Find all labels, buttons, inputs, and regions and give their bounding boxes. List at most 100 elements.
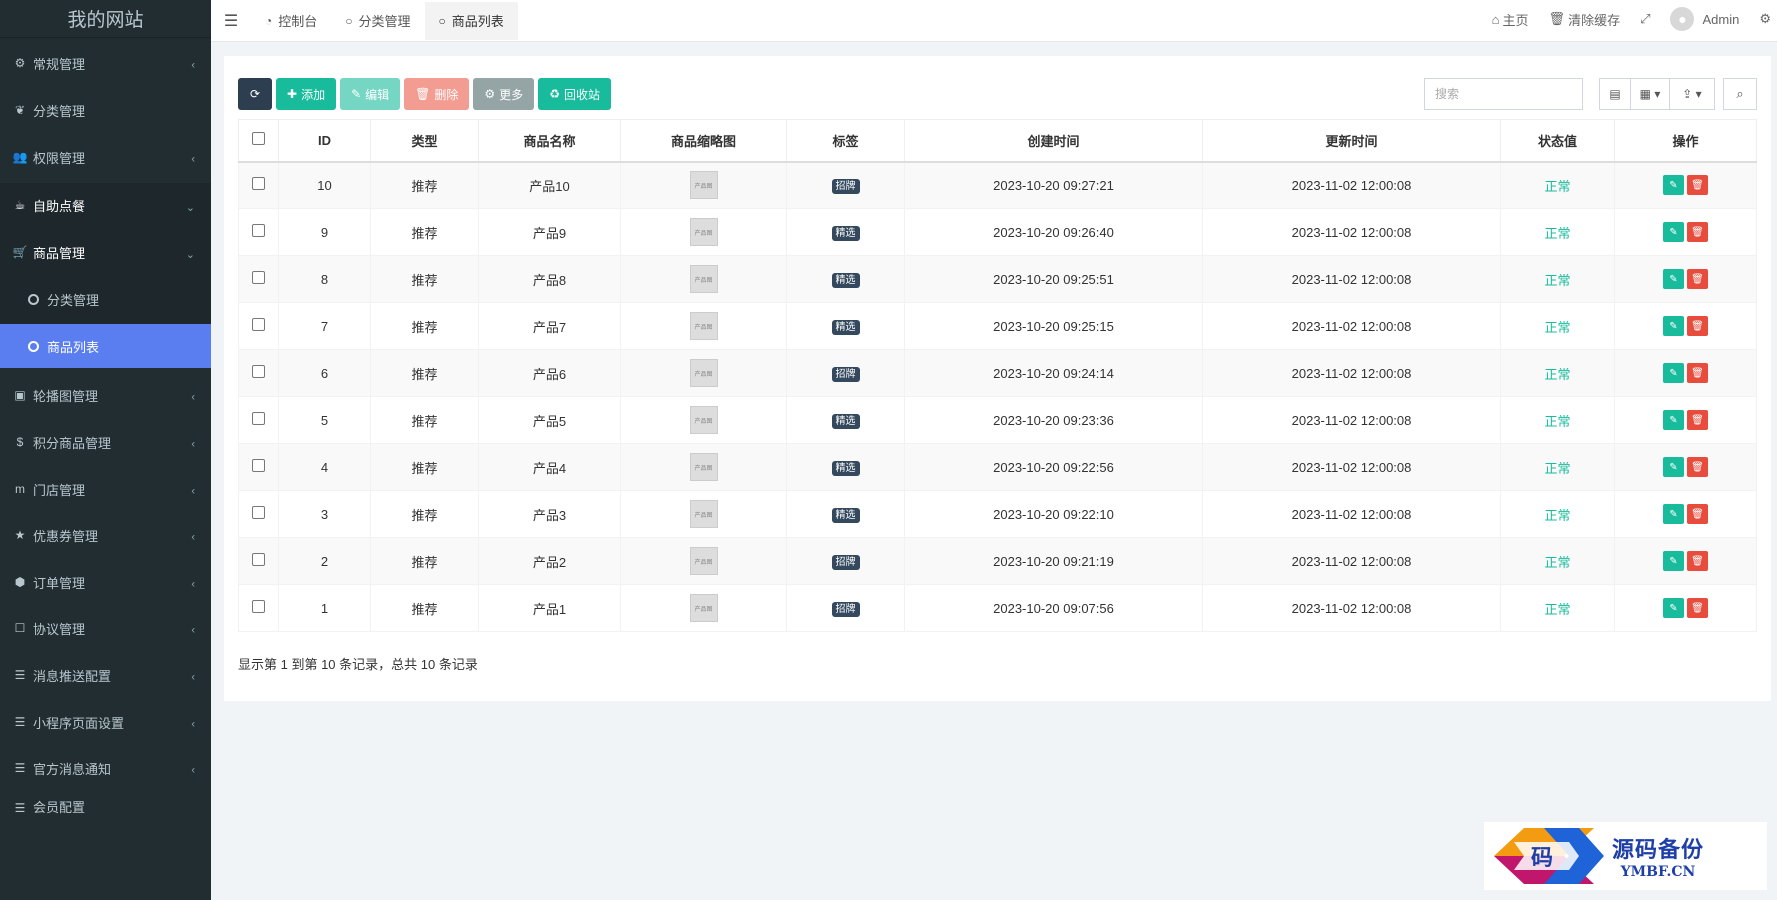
col-thumb[interactable]: 商品缩略图 [620, 119, 787, 163]
delete-row-icon[interactable]: 🗑 [1687, 457, 1708, 477]
sidebar-item-coupon[interactable]: ★ 优惠券管理 ‹ [0, 513, 211, 557]
home-link[interactable]: ⌂ 主页 [1482, 10, 1539, 29]
table-row[interactable]: 10 推荐 产品10 产品图 招牌 2023-10-20 09:27:21 2023-11-… [238, 161, 1757, 209]
delete-row-icon[interactable]: 🗑 [1687, 363, 1708, 383]
delete-row-icon[interactable]: 🗑 [1687, 410, 1708, 430]
delete-row-icon[interactable]: 🗑 [1687, 269, 1708, 289]
row-checkbox[interactable] [252, 271, 265, 284]
row-checkbox[interactable] [252, 506, 265, 519]
sidebar-item-general[interactable]: ⚙ 常规管理 ‹ [0, 41, 211, 85]
col-tag[interactable]: 标签 [786, 119, 905, 163]
row-checkbox[interactable] [252, 224, 265, 237]
user-menu[interactable]: ● Admin [1660, 7, 1749, 31]
tab-category[interactable]: ○ 分类管理 [331, 2, 424, 40]
sidebar-item-self-order[interactable]: ☕ 自助点餐 ⌄ [0, 183, 211, 227]
row-checkbox[interactable] [252, 600, 265, 613]
col-status[interactable]: 状态值 [1500, 119, 1615, 163]
menu-toggle-icon[interactable]: ☰ [211, 2, 251, 40]
sidebar-item-miniprogram-pages[interactable]: ☰ 小程序页面设置 ‹ [0, 700, 211, 744]
cell-thumb: 产品图 [620, 443, 787, 491]
table-row[interactable]: 6 推荐 产品6 产品图 招牌 2023-10-20 09:24:14 2023-11-02… [238, 349, 1757, 397]
delete-row-icon[interactable]: 🗑 [1687, 551, 1708, 571]
edit-row-icon[interactable]: ✎ [1663, 363, 1684, 383]
delete-row-icon[interactable]: 🗑 [1687, 222, 1708, 242]
edit-row-icon[interactable]: ✎ [1663, 457, 1684, 477]
sidebar-item-goods[interactable]: 🛒 商品管理 ⌄ [0, 230, 211, 274]
edit-row-icon[interactable]: ✎ [1663, 410, 1684, 430]
product-thumbnail[interactable]: 产品图 [689, 218, 718, 246]
add-button[interactable]: ✚ 添加 [276, 78, 337, 110]
product-thumbnail[interactable]: 产品图 [689, 547, 718, 575]
sidebar-item-official-notice[interactable]: ☰ 官方消息通知 ‹ [0, 746, 211, 790]
col-name[interactable]: 商品名称 [478, 119, 621, 163]
recycle-bin-button[interactable]: ♻ 回收站 [538, 78, 611, 110]
product-thumbnail[interactable]: 产品图 [689, 359, 718, 387]
table-row[interactable]: 8 推荐 产品8 产品图 精选 2023-10-20 09:25:51 2023-11-02… [238, 255, 1757, 303]
sidebar-item-goods-category[interactable]: 分类管理 [0, 277, 211, 321]
edit-row-icon[interactable]: ✎ [1663, 222, 1684, 242]
tab-dashboard[interactable]: ◔ 控制台 [251, 2, 331, 40]
col-id[interactable]: ID [278, 119, 371, 163]
product-thumbnail[interactable]: 产品图 [689, 500, 718, 528]
product-thumbnail[interactable]: 产品图 [689, 171, 718, 200]
sidebar-item-push-config[interactable]: ☰ 消息推送配置 ‹ [0, 653, 211, 697]
table-row[interactable]: 3 推荐 产品3 产品图 精选 2023-10-20 09:22:10 2023-11-02… [238, 490, 1757, 538]
delete-row-icon[interactable]: 🗑 [1687, 504, 1708, 524]
row-checkbox[interactable] [252, 365, 265, 378]
edit-row-icon[interactable]: ✎ [1663, 316, 1684, 336]
table-row[interactable]: 1 推荐 产品1 产品图 招牌 2023-10-20 09:07:56 2023-11-02… [238, 584, 1757, 632]
edit-row-icon[interactable]: ✎ [1663, 598, 1684, 618]
sidebar-item-category[interactable]: ❦ 分类管理 [0, 88, 211, 132]
row-checkbox[interactable] [252, 318, 265, 331]
col-created[interactable]: 创建时间 [904, 119, 1203, 163]
table-row[interactable]: 9 推荐 产品9 产品图 精选 2023-10-20 09:26:40 2023-11-02… [238, 208, 1757, 256]
row-checkbox[interactable] [252, 553, 265, 566]
edit-row-icon[interactable]: ✎ [1663, 175, 1684, 196]
product-thumbnail[interactable]: 产品图 [689, 265, 718, 293]
cell-name: 产品9 [478, 208, 621, 256]
edit-row-icon[interactable]: ✎ [1663, 551, 1684, 571]
delete-button[interactable]: 🗑 删除 [404, 78, 470, 110]
settings-icon[interactable]: ⚙ [1749, 11, 1777, 27]
columns-dropdown-icon[interactable]: ▦ ▾ [1630, 78, 1670, 110]
clear-cache-button[interactable]: 🗑 清除缓存 [1539, 10, 1631, 29]
sidebar-item-auth[interactable]: 👥 权限管理 ‹ [0, 135, 211, 179]
edit-row-icon[interactable]: ✎ [1663, 269, 1684, 289]
delete-row-icon[interactable]: 🗑 [1687, 316, 1708, 336]
product-thumbnail[interactable]: 产品图 [689, 453, 718, 481]
select-all-checkbox[interactable] [252, 132, 265, 146]
row-checkbox[interactable] [252, 412, 265, 425]
col-type[interactable]: 类型 [370, 119, 479, 163]
table-row[interactable]: 5 推荐 产品5 产品图 精选 2023-10-20 09:23:36 2023-11-02… [238, 396, 1757, 444]
refresh-button[interactable]: ⟳ [238, 78, 272, 110]
product-thumbnail[interactable]: 产品图 [689, 312, 718, 340]
sidebar-item-member-config[interactable]: ☰ 会员配置 [0, 792, 211, 816]
row-checkbox[interactable] [252, 177, 265, 191]
table-row[interactable]: 2 推荐 产品2 产品图 招牌 2023-10-20 09:21:19 2023-11-02… [238, 537, 1757, 585]
sidebar-item-store[interactable]: m 门店管理 ‹ [0, 467, 211, 511]
tab-goods-list[interactable]: ○ 商品列表 [424, 1, 518, 40]
sidebar-item-goods-list[interactable]: 商品列表 [0, 324, 211, 368]
sidebar-item-points-goods[interactable]: $ 积分商品管理 ‹ [0, 420, 211, 464]
site-logo[interactable]: 我的网站 [0, 0, 211, 38]
table-row[interactable]: 7 推荐 产品7 产品图 精选 2023-10-20 09:25:15 2023-11-02… [238, 302, 1757, 350]
edit-row-icon[interactable]: ✎ [1663, 504, 1684, 524]
sidebar-item-order[interactable]: ⬢ 订单管理 ‹ [0, 560, 211, 604]
search-input[interactable] [1424, 78, 1583, 110]
search-icon[interactable]: ⌕ [1723, 78, 1757, 110]
export-dropdown-icon[interactable]: ⇪ ▾ [1669, 78, 1715, 110]
delete-row-icon[interactable]: 🗑 [1687, 175, 1708, 196]
toggle-view-icon[interactable]: ▤ [1599, 78, 1631, 110]
product-thumbnail[interactable]: 产品图 [689, 594, 718, 622]
edit-button[interactable]: ✎ 编辑 [340, 78, 401, 110]
row-checkbox[interactable] [252, 459, 265, 472]
col-updated[interactable]: 更新时间 [1202, 119, 1501, 163]
sidebar-item-banner[interactable]: ▣ 轮播图管理 ‹ [0, 373, 211, 417]
delete-row-icon[interactable]: 🗑 [1687, 598, 1708, 618]
coin-icon: $ [16, 435, 24, 449]
table-row[interactable]: 4 推荐 产品4 产品图 精选 2023-10-20 09:22:56 2023-11-02… [238, 443, 1757, 491]
more-button[interactable]: ⚙ 更多 [473, 78, 535, 110]
sidebar-item-agreement[interactable]: ☐ 协议管理 ‹ [0, 606, 211, 650]
product-thumbnail[interactable]: 产品图 [689, 406, 718, 434]
fullscreen-icon[interactable]: ⤢ [1630, 11, 1660, 27]
